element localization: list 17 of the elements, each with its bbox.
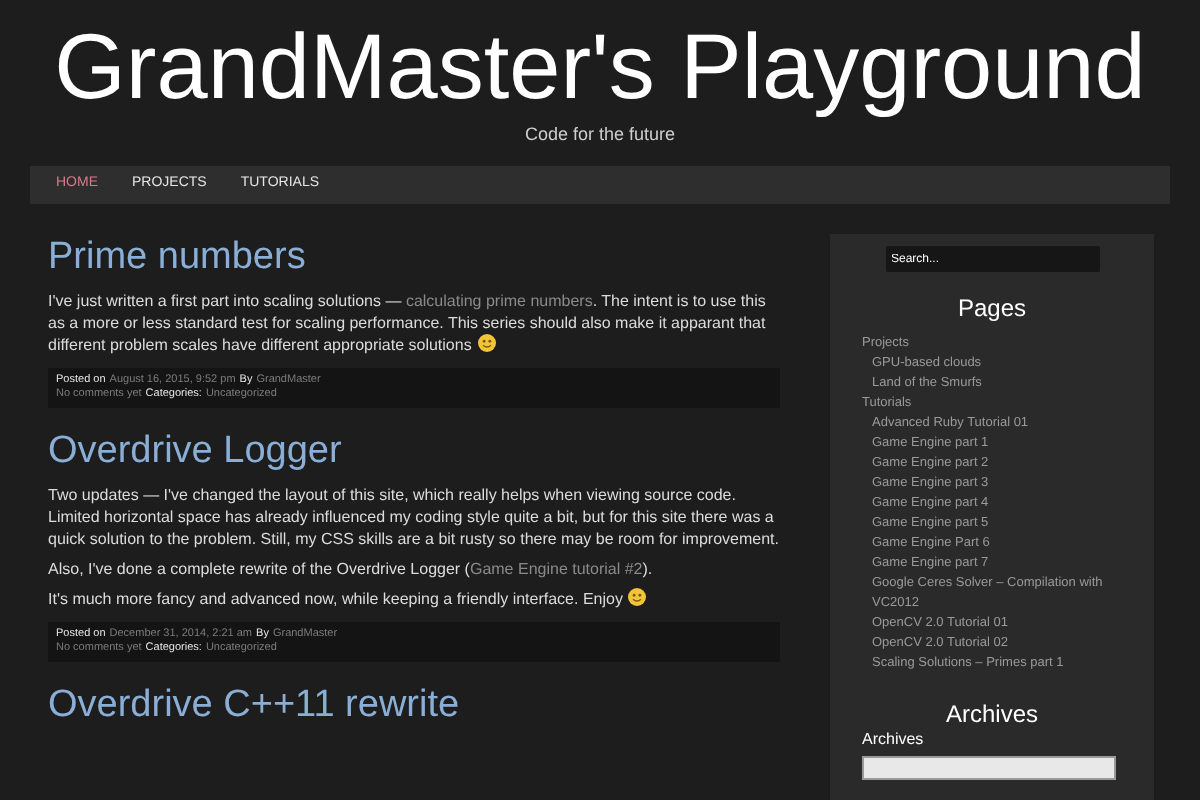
post-title[interactable]: Overdrive C++11 rewrite <box>48 682 780 730</box>
site-tagline: Code for the future <box>524 122 676 146</box>
post-paragraph: I've just written a first part into scaling solutions — calculating prime numbers. The intent is to use this as a more or less standard test for scaling performance. This series should also make it apparant that different problem scales have different appropriate solutions <box>48 290 768 356</box>
smiley-icon <box>477 334 496 352</box>
post-paragraph: Two updates — I've changed the layout of this site, which really helps when viewing source code. Limited horizontal space has already influenced my coding style quite a bit, but for this site there was a quick solution to the problem. Still, my CSS skills are a bit rusty so there may be room for improvement. <box>48 484 780 550</box>
widget-heading: Archives <box>945 698 1038 730</box>
archives-label: Archives <box>862 730 924 750</box>
post-paragraph: Also, I've done a complete rewrite of the Overdrive Logger (Game Engine tutorial #2). <box>48 558 653 580</box>
post-link[interactable]: Game Engine tutorial #2 <box>469 560 643 578</box>
post-title[interactable]: Overdrive Logger <box>48 428 780 476</box>
archives-dropdown[interactable] <box>862 756 1116 780</box>
post-link[interactable]: calculating prime numbers <box>405 292 593 310</box>
smiley-icon <box>628 588 647 606</box>
widget-heading: Pages <box>957 292 1027 324</box>
post-paragraph: It's much more fancy and advanced now, while keeping a friendly interface. Enjoy <box>48 588 647 610</box>
post-title[interactable]: Prime numbers <box>48 234 780 282</box>
site-title[interactable]: GrandMaster's Playground <box>54 12 1146 120</box>
